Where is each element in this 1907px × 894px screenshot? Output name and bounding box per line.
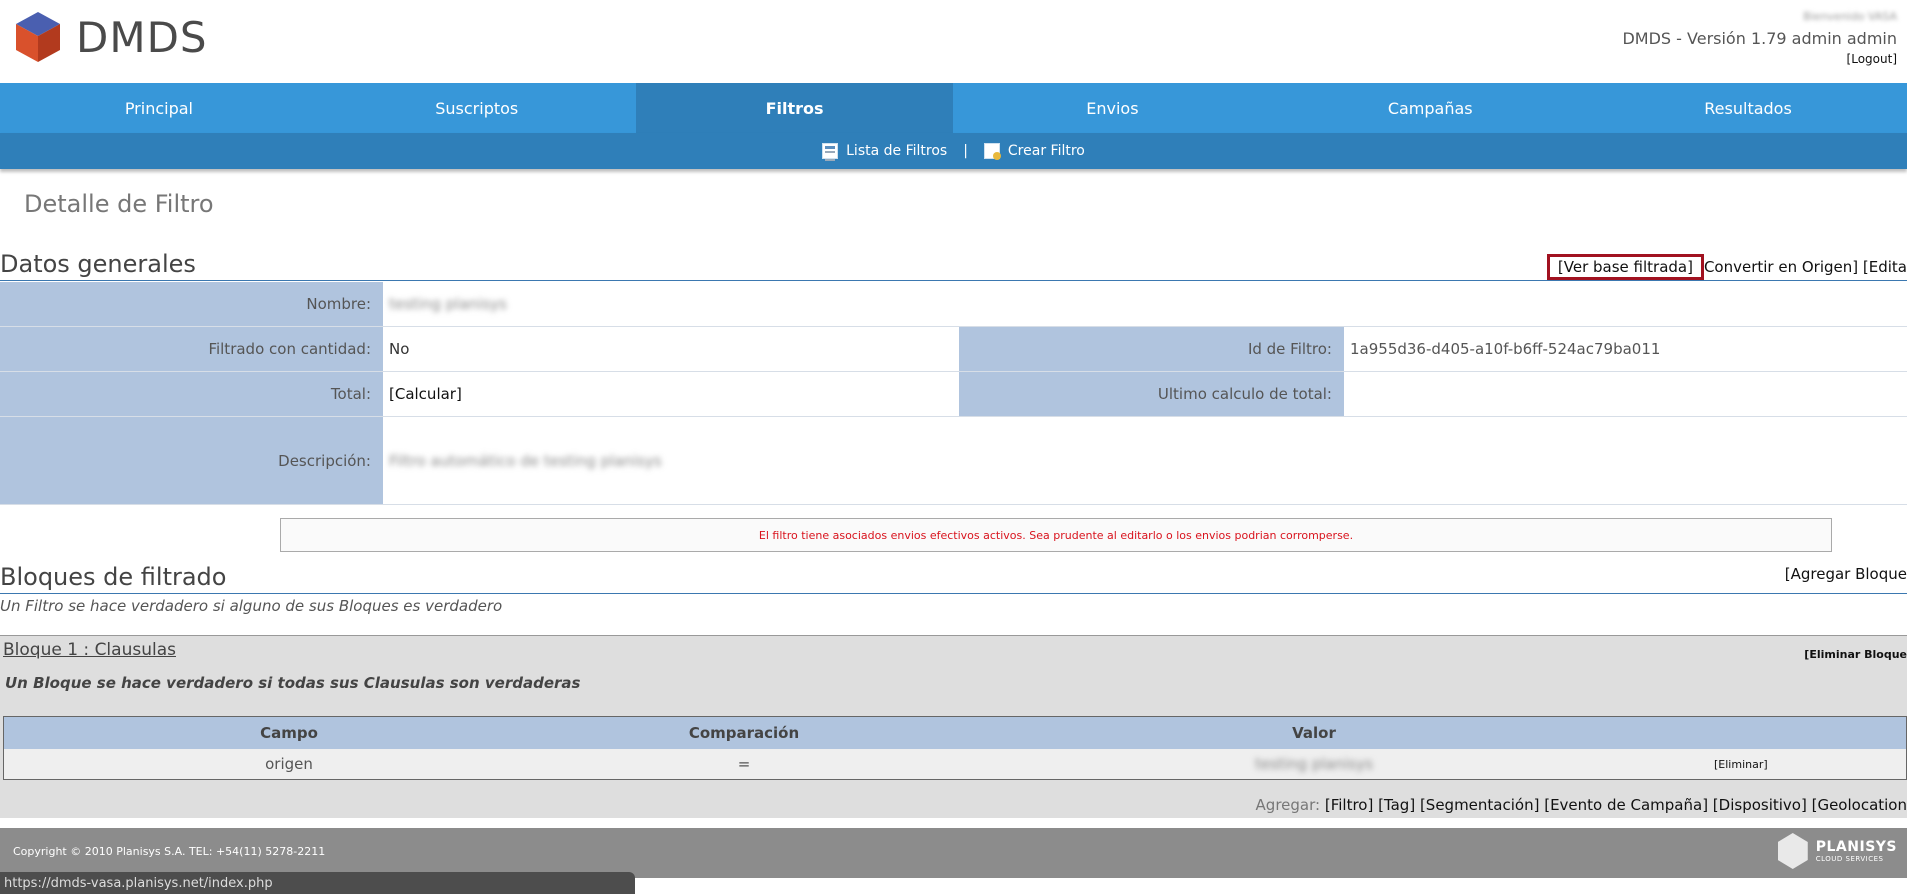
tab-filtros[interactable]: Filtros	[635, 83, 954, 133]
nombre-value: testing planisys	[389, 295, 507, 313]
bloque-description: Un Bloque se hace verdadero si todas sus…	[5, 674, 581, 692]
bloque-1-title[interactable]: Bloque 1 : Clausulas	[3, 640, 176, 660]
planisys-logo: PLANISYS CLOUD SERVICES	[1777, 833, 1897, 869]
bloques-title: Bloques de filtrado	[0, 563, 227, 591]
section-divider	[0, 280, 1907, 281]
editar-link[interactable]: [Edita	[1863, 258, 1907, 276]
row-total: Total: [Calcular] Ultimo calculo de tota…	[0, 372, 1907, 417]
eliminar-bloque-link[interactable]: [Eliminar Bloque	[1804, 648, 1907, 661]
ver-base-filtrada-link[interactable]: [Ver base filtrada]	[1546, 254, 1704, 280]
tab-resultados[interactable]: Resultados	[1589, 83, 1907, 133]
clausulas-table: Campo Comparación Valor origen = testing…	[3, 716, 1907, 780]
subnav-separator: |	[963, 143, 968, 159]
general-actions: [Ver base filtrada] Convertir en Origen] …	[1546, 254, 1907, 280]
sub-nav: Lista de Filtros | Crear Filtro	[0, 133, 1907, 169]
nombre-label: Nombre:	[0, 282, 383, 326]
cell-campo: origen	[265, 755, 313, 773]
planisys-logo-sub: CLOUD SERVICES	[1815, 855, 1884, 863]
ultimo-calculo-value	[1344, 372, 1907, 416]
bloque-1: Bloque 1 : Clausulas [Eliminar Bloque Un…	[0, 635, 1907, 818]
id-filtro-label: Id de Filtro:	[959, 327, 1344, 371]
list-icon	[822, 143, 839, 161]
filtrado-label: Filtrado con cantidad:	[0, 327, 383, 371]
filtrado-value: No	[389, 340, 410, 358]
datos-generales-title: Datos generales	[0, 250, 196, 278]
copyright-text: Copyright © 2010 Planisys S.A. TEL: +54(…	[13, 845, 326, 858]
bloques-divider	[0, 593, 1907, 594]
convertir-origen-link[interactable]: Convertir en Origen]	[1704, 258, 1858, 276]
cell-comparacion: =	[737, 755, 751, 773]
create-filter-icon	[983, 143, 1001, 160]
tab-principal[interactable]: Principal	[0, 83, 318, 133]
cell-valor: testing planisys	[1255, 755, 1373, 773]
cube-logo-icon	[16, 12, 60, 62]
tab-envios[interactable]: Envios	[953, 83, 1271, 133]
calcular-link[interactable]: [Calcular]	[383, 372, 959, 416]
welcome-text: Bienvenido VASA	[1803, 10, 1897, 23]
logout-link[interactable]: [Logout]	[1622, 52, 1897, 66]
table-header: Campo Comparación Valor	[4, 717, 1906, 749]
tab-campanas[interactable]: Campañas	[1271, 83, 1589, 133]
header: DMDS Bienvenido VASA DMDS - Versión 1.79…	[0, 0, 1907, 83]
footer: Copyright © 2010 Planisys S.A. TEL: +54(…	[0, 828, 1907, 878]
descripcion-label: Descripción:	[0, 417, 383, 504]
row-filtrado: Filtrado con cantidad: No Id de Filtro: …	[0, 327, 1907, 372]
eliminar-clausula-link[interactable]: [Eliminar]	[1714, 758, 1906, 771]
browser-status-url: https://dmds-vasa.planisys.net/index.php	[0, 872, 635, 894]
main-nav: Principal Suscriptos Filtros Envios Camp…	[0, 83, 1907, 133]
agregar-bloque-link[interactable]: [Agregar Bloque	[1785, 565, 1907, 583]
crear-filtro-link[interactable]: Crear Filtro	[983, 143, 1085, 160]
lista-filtros-label: Lista de Filtros	[846, 143, 948, 159]
header-campo: Campo	[260, 724, 318, 742]
agregar-clausula-options[interactable]: [Filtro] [Tag] [Segmentación] [Evento de…	[1325, 796, 1907, 814]
filter-detail-table: Nombre: testing planisys Filtrado con ca…	[0, 282, 1907, 505]
warning-message: El filtro tiene asociados envios efectiv…	[280, 518, 1832, 552]
header-comparacion: Comparación	[688, 724, 800, 742]
ultimo-calculo-label: Ultimo calculo de total:	[959, 372, 1344, 416]
id-filtro-value: 1a955d36-d405-a10f-b6ff-524ac79ba011	[1350, 340, 1661, 358]
brand-name: DMDS	[76, 12, 208, 62]
bloques-note: Un Filtro se hace verdadero si alguno de…	[0, 597, 503, 615]
table-row: origen = testing planisys [Eliminar]	[4, 749, 1906, 779]
planisys-logo-main: PLANISYS	[1815, 839, 1897, 855]
lista-filtros-link[interactable]: Lista de Filtros	[822, 143, 948, 161]
agregar-label: Agregar:	[1255, 796, 1321, 814]
agregar-clausula-links: Agregar: [Filtro] [Tag] [Segmentación] […	[1256, 796, 1907, 814]
planisys-cube-icon	[1777, 833, 1808, 869]
total-label: Total:	[0, 372, 383, 416]
row-nombre: Nombre: testing planisys	[0, 282, 1907, 327]
page-title: Detalle de Filtro	[24, 190, 214, 218]
row-descripcion: Descripción: Filtro automático de testin…	[0, 417, 1907, 505]
tab-suscriptos[interactable]: Suscriptos	[318, 83, 636, 133]
version-text: DMDS - Versión 1.79 admin admin	[1622, 29, 1897, 48]
header-valor: Valor	[1292, 724, 1336, 742]
crear-filtro-label: Crear Filtro	[1007, 143, 1085, 159]
descripcion-value: Filtro automático de testing planisys	[389, 451, 662, 470]
dmds-logo[interactable]: DMDS	[14, 10, 208, 64]
user-info: Bienvenido VASA DMDS - Versión 1.79 admi…	[1622, 10, 1897, 66]
